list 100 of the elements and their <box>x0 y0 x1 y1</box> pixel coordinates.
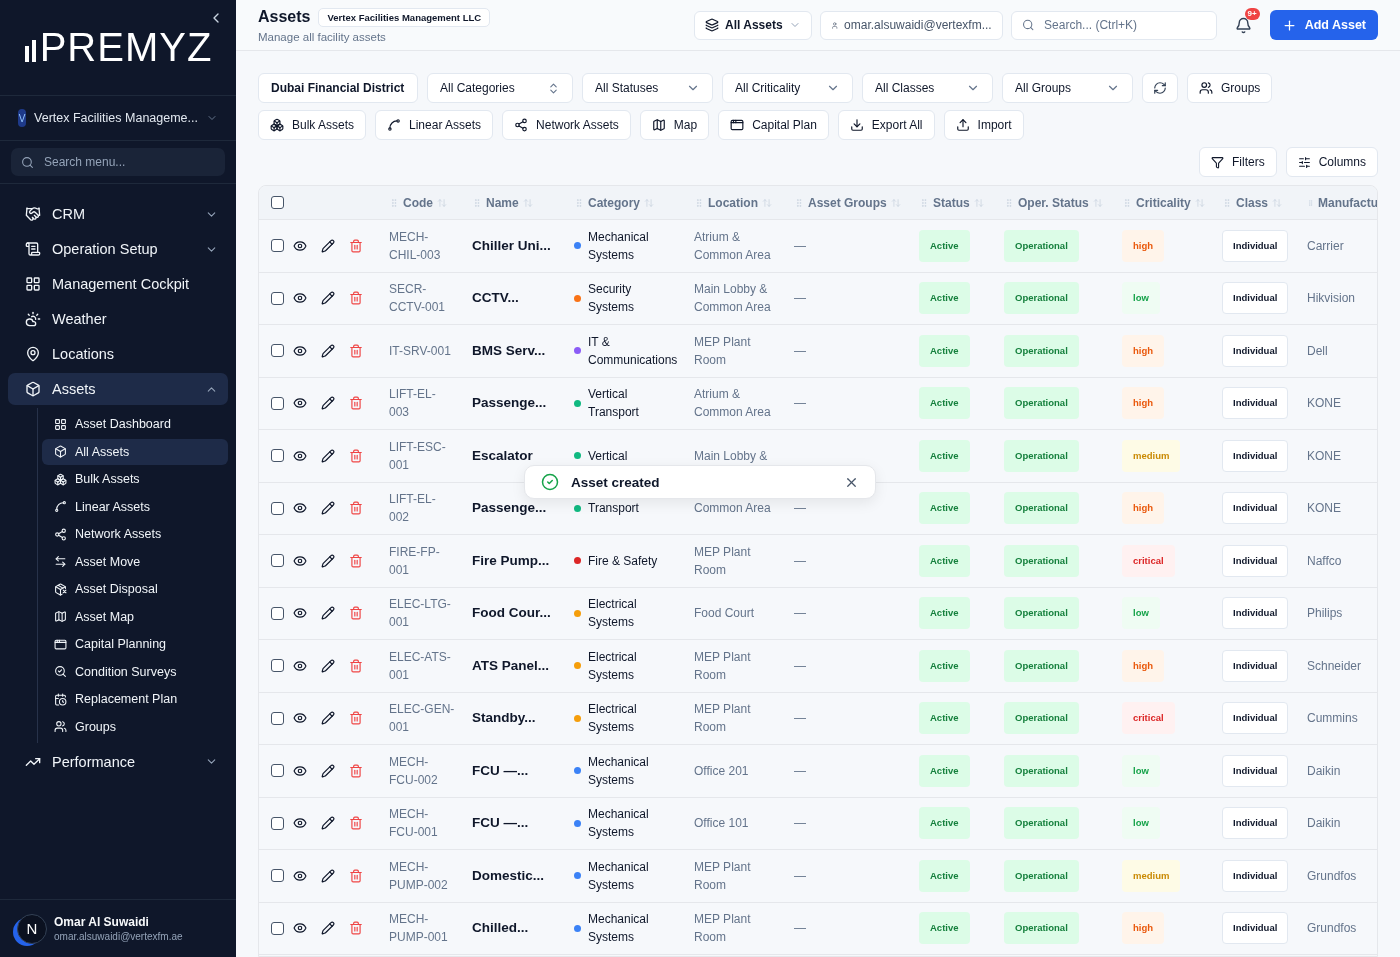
edit-button[interactable] <box>321 291 335 306</box>
column-header[interactable]: Status <box>911 186 996 220</box>
view-button[interactable] <box>293 238 307 253</box>
columns-button[interactable]: Columns <box>1285 147 1378 177</box>
view-button[interactable] <box>293 868 307 883</box>
delete-button[interactable] <box>349 448 363 463</box>
edit-button[interactable] <box>321 501 335 516</box>
nav-item[interactable]: Weather <box>8 303 228 335</box>
column-header[interactable]: Manufactu <box>1299 186 1377 220</box>
toolbar-button[interactable]: Import <box>943 110 1024 140</box>
column-header[interactable]: Category <box>566 186 686 220</box>
column-header[interactable]: Location <box>686 186 786 220</box>
row-checkbox[interactable] <box>271 554 284 568</box>
edit-button[interactable] <box>321 606 335 621</box>
delete-button[interactable] <box>349 816 363 831</box>
row-checkbox[interactable] <box>271 396 284 410</box>
toolbar-button[interactable]: Network Assets <box>502 110 631 140</box>
view-button[interactable] <box>293 816 307 831</box>
view-button[interactable] <box>293 711 307 726</box>
delete-button[interactable] <box>349 763 363 778</box>
column-header[interactable]: Name <box>464 186 566 220</box>
row-checkbox[interactable] <box>271 291 284 305</box>
nav-item[interactable]: Assets <box>8 373 228 405</box>
groups-button[interactable]: Groups <box>1187 73 1273 103</box>
filter-select[interactable]: All Criticality <box>722 73 853 103</box>
column-header[interactable]: Oper. Status <box>996 186 1114 220</box>
delete-button[interactable] <box>349 501 363 516</box>
view-button[interactable] <box>293 343 307 358</box>
edit-button[interactable] <box>321 343 335 358</box>
view-button[interactable] <box>293 763 307 778</box>
view-button[interactable] <box>293 606 307 621</box>
toolbar-button[interactable]: Linear Assets <box>375 110 494 140</box>
view-button[interactable] <box>293 396 307 411</box>
edit-button[interactable] <box>321 711 335 726</box>
nav-item[interactable]: Operation Setup <box>8 233 228 265</box>
edit-button[interactable] <box>321 553 335 568</box>
edit-button[interactable] <box>321 658 335 673</box>
nav-subitem[interactable]: Network Assets <box>42 521 228 547</box>
nav-subitem[interactable]: Asset Move <box>42 548 228 575</box>
row-checkbox[interactable] <box>271 921 284 935</box>
nav-subitem[interactable]: Replacement Plan <box>42 686 228 712</box>
edit-button[interactable] <box>321 238 335 253</box>
edit-button[interactable] <box>321 763 335 778</box>
filter-select[interactable]: All Classes <box>862 73 993 103</box>
edit-button[interactable] <box>321 448 335 463</box>
nav-subitem[interactable]: Linear Assets <box>42 493 228 520</box>
user-field[interactable]: omar.alsuwaidi@vertexfm... <box>819 10 1003 40</box>
nav-subitem[interactable]: All Assets <box>42 438 228 465</box>
nav-item[interactable]: CRM <box>8 198 228 230</box>
delete-button[interactable] <box>349 238 363 253</box>
nav-item[interactable]: Locations <box>8 338 228 370</box>
row-checkbox[interactable] <box>271 449 284 463</box>
filters-button[interactable]: Filters <box>1198 147 1277 177</box>
row-checkbox[interactable] <box>271 239 284 253</box>
delete-button[interactable] <box>349 868 363 883</box>
view-button[interactable] <box>293 448 307 463</box>
column-header[interactable]: Code <box>381 186 464 220</box>
nav-subitem[interactable]: Bulk Assets <box>42 466 228 492</box>
nav-subitem[interactable]: Groups <box>42 713 228 740</box>
filter-select[interactable]: All Categories <box>427 73 573 103</box>
toolbar-button[interactable]: Map <box>639 110 710 140</box>
menu-search-field[interactable]: Search menu... <box>11 148 225 176</box>
select-all-checkbox[interactable] <box>271 196 284 209</box>
toolbar-button[interactable]: Export All <box>837 110 935 140</box>
menu-search-input[interactable]: Search menu... <box>42 154 215 170</box>
edit-button[interactable] <box>321 868 335 883</box>
nav-subitem[interactable]: Condition Surveys <box>42 658 228 685</box>
row-checkbox[interactable] <box>271 816 284 830</box>
delete-button[interactable] <box>349 291 363 306</box>
filter-select[interactable]: All Groups <box>1002 73 1133 103</box>
delete-button[interactable] <box>349 606 363 621</box>
edit-button[interactable] <box>321 921 335 936</box>
site-dropdown[interactable]: Dubai Financial District <box>258 73 418 103</box>
delete-button[interactable] <box>349 658 363 673</box>
row-checkbox[interactable] <box>271 344 284 358</box>
column-header[interactable]: Asset Groups <box>786 186 911 220</box>
nav-subitem[interactable]: Asset Map <box>42 603 228 630</box>
add-asset-button[interactable]: Add Asset <box>1269 10 1378 40</box>
edit-button[interactable] <box>321 396 335 411</box>
nav-item[interactable]: Management Cockpit <box>8 268 228 300</box>
view-button[interactable] <box>293 501 307 516</box>
filter-select[interactable]: All Statuses <box>582 73 713 103</box>
column-header[interactable]: Criticality <box>1114 186 1214 220</box>
delete-button[interactable] <box>349 553 363 568</box>
user-avatar[interactable]: N <box>17 913 47 944</box>
column-header[interactable]: Class <box>1214 186 1299 220</box>
row-checkbox[interactable] <box>271 659 284 673</box>
edit-button[interactable] <box>321 816 335 831</box>
delete-button[interactable] <box>349 711 363 726</box>
view-button[interactable] <box>293 291 307 306</box>
search-field[interactable]: Search... (Ctrl+K) <box>1010 10 1217 40</box>
row-checkbox[interactable] <box>271 711 284 725</box>
refresh-button[interactable] <box>1142 73 1178 103</box>
view-button[interactable] <box>293 658 307 673</box>
scope-dropdown[interactable]: All Assets <box>694 10 812 40</box>
row-checkbox[interactable] <box>271 606 284 620</box>
organization-switcher[interactable]: V Vertex Facilities Manageme... <box>0 96 236 141</box>
nav-item[interactable]: Performance <box>8 745 228 778</box>
row-checkbox[interactable] <box>271 869 284 883</box>
delete-button[interactable] <box>349 921 363 936</box>
